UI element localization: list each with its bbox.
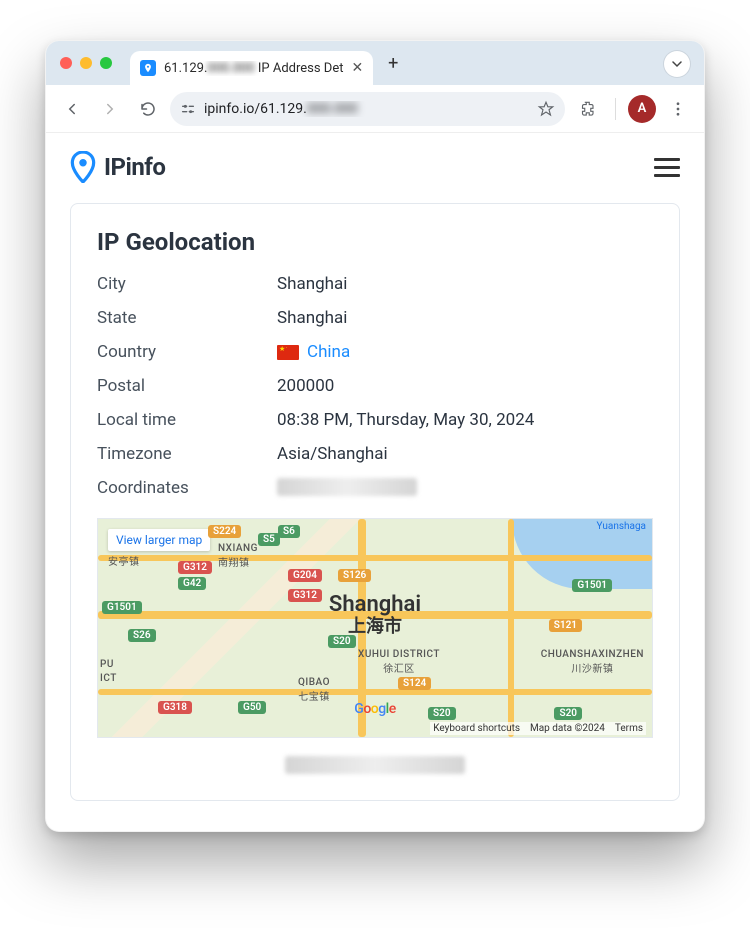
road-shield: S224 <box>208 525 241 538</box>
map-district-label: CHUANSHAXINZHEN川沙新镇 <box>541 649 644 675</box>
road-shield: S6 <box>278 525 300 538</box>
page-content: IPinfo IP Geolocation City Shanghai Stat… <box>46 133 704 831</box>
road-shield: G50 <box>238 701 266 714</box>
road-shield: S121 <box>549 619 582 632</box>
value-city: Shanghai <box>277 274 653 294</box>
road-shield: S20 <box>554 707 582 720</box>
map-data-attribution: Map data ©2024 <box>530 723 605 734</box>
value-country: China <box>277 342 653 362</box>
menu-button[interactable] <box>654 158 680 177</box>
close-tab-button[interactable]: ✕ <box>352 60 364 76</box>
redacted-footer <box>285 756 465 774</box>
value-coordinates <box>277 478 653 498</box>
road-shield: S126 <box>338 569 371 582</box>
label-country: Country <box>97 342 277 362</box>
road-shield: G1501 <box>572 579 612 592</box>
label-postal: Postal <box>97 376 277 396</box>
map-district-label: QIBAO七宝镇 <box>298 677 330 703</box>
map-district-label: XUHUI DISTRICT徐汇区 <box>358 649 440 675</box>
logo-pin-icon <box>70 151 96 183</box>
label-coordinates: Coordinates <box>97 478 277 498</box>
road-shield: G204 <box>288 569 322 582</box>
geo-rows: City Shanghai State Shanghai Country Chi… <box>97 274 653 498</box>
tab-title: 61.129.000.000 IP Address Det <box>164 61 344 76</box>
map-district-label: ICT <box>100 673 117 684</box>
address-bar[interactable]: ipinfo.io/61.129.000.000 <box>170 92 565 126</box>
tabs-menu-button[interactable] <box>664 51 690 77</box>
label-city: City <box>97 274 277 294</box>
label-localtime: Local time <box>97 410 277 430</box>
map-city-label: Shanghai 上海市 <box>329 593 421 637</box>
map-footer: Keyboard shortcuts Map data ©2024 Terms <box>430 722 646 735</box>
reload-button[interactable] <box>132 93 164 125</box>
map-keyboard-shortcuts-link[interactable]: Keyboard shortcuts <box>433 723 520 734</box>
toolbar-separator <box>615 98 616 120</box>
label-timezone: Timezone <box>97 444 277 464</box>
titlebar: 61.129.000.000 IP Address Det ✕ + <box>46 41 704 85</box>
extensions-button[interactable] <box>571 93 603 125</box>
map-district-label: PU <box>100 659 114 670</box>
road-shield: S124 <box>398 677 431 690</box>
site-logo[interactable]: IPinfo <box>70 151 165 183</box>
label-state: State <box>97 308 277 328</box>
map-road <box>98 689 652 695</box>
minimize-window-button[interactable] <box>80 57 92 69</box>
geolocation-card: IP Geolocation City Shanghai State Shang… <box>70 203 680 801</box>
road-shield: G318 <box>158 701 192 714</box>
map-district-label: 安亭镇 <box>108 553 140 568</box>
browser-window: 61.129.000.000 IP Address Det ✕ + ipinfo… <box>45 40 705 832</box>
window-controls <box>60 57 112 69</box>
map-terms-link[interactable]: Terms <box>615 723 643 734</box>
google-logo: Google <box>354 701 395 717</box>
site-settings-icon[interactable] <box>180 101 196 117</box>
back-button[interactable] <box>56 93 88 125</box>
card-heading: IP Geolocation <box>97 228 653 256</box>
new-tab-button[interactable]: + <box>379 49 407 77</box>
profile-avatar[interactable]: A <box>628 95 656 123</box>
forward-button[interactable] <box>94 93 126 125</box>
value-postal: 200000 <box>277 376 653 396</box>
road-shield: G42 <box>178 577 206 590</box>
road-shield: G312 <box>178 561 212 574</box>
value-localtime: 08:38 PM, Thursday, May 30, 2024 <box>277 410 653 430</box>
site-header: IPinfo <box>70 151 680 183</box>
road-shield: G312 <box>288 589 322 602</box>
map-place-label: Yuanshaga <box>597 521 646 532</box>
maximize-window-button[interactable] <box>100 57 112 69</box>
country-link[interactable]: China <box>307 342 350 362</box>
road-shield: S5 <box>258 533 280 546</box>
overflow-menu-button[interactable] <box>662 93 694 125</box>
browser-tab[interactable]: 61.129.000.000 IP Address Det ✕ <box>130 51 373 85</box>
redacted-coordinates <box>277 478 417 496</box>
url-text: ipinfo.io/61.129.000.000 <box>204 101 529 117</box>
map-district-label: NXIANG南翔镇 <box>218 543 258 569</box>
tab-favicon <box>140 60 156 76</box>
logo-text: IPinfo <box>104 153 165 181</box>
view-larger-map-button[interactable]: View larger map <box>108 529 210 551</box>
value-state: Shanghai <box>277 308 653 328</box>
map-road <box>508 519 514 737</box>
road-shield: S26 <box>128 629 156 642</box>
close-window-button[interactable] <box>60 57 72 69</box>
flag-china-icon <box>277 345 299 360</box>
road-shield: S20 <box>428 707 456 720</box>
bookmark-star-icon[interactable] <box>537 100 555 118</box>
road-shield: G1501 <box>102 601 142 614</box>
map[interactable]: Yuanshaga View larger map S224 S6 S5 G42… <box>97 518 653 738</box>
value-timezone: Asia/Shanghai <box>277 444 653 464</box>
browser-toolbar: ipinfo.io/61.129.000.000 A <box>46 85 704 133</box>
